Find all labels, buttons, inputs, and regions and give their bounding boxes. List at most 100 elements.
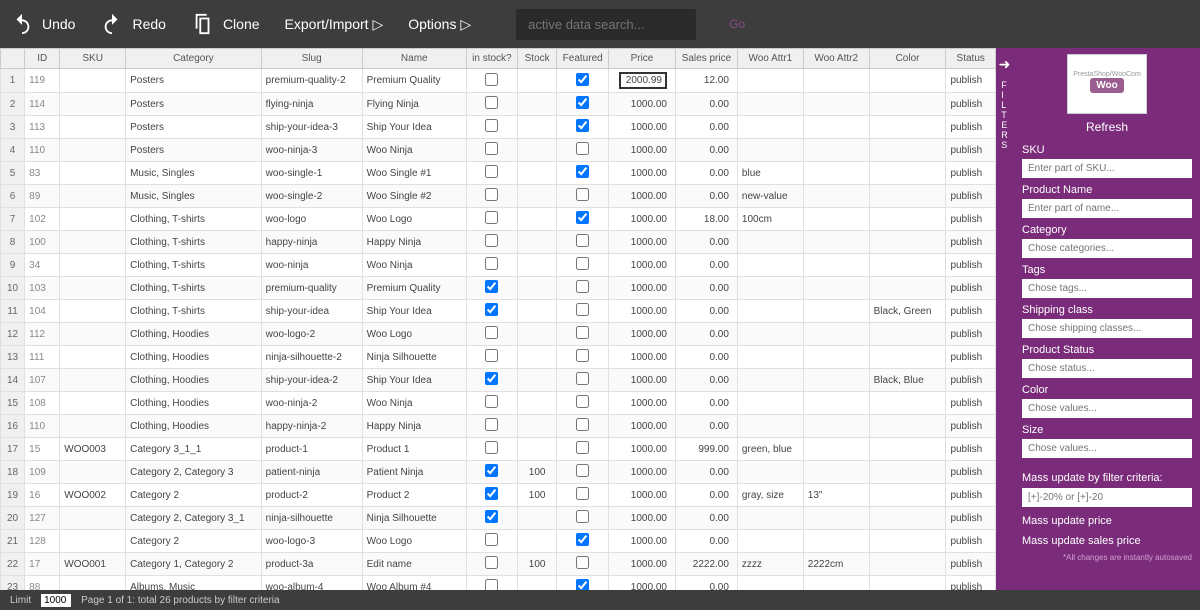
cell[interactable]	[803, 277, 869, 300]
cell[interactable]: Category 1, Category 2	[126, 553, 262, 576]
cell[interactable]: 11	[1, 300, 25, 323]
column-header[interactable]: Category	[126, 49, 262, 69]
column-header[interactable]: Sales price	[675, 49, 737, 69]
table-row[interactable]: 2114Postersflying-ninjaFlying Ninja1000.…	[1, 93, 996, 116]
cell[interactable]: 112	[25, 323, 60, 346]
checkbox[interactable]	[485, 211, 498, 224]
cell[interactable]	[557, 69, 609, 93]
cell[interactable]	[869, 185, 946, 208]
cell[interactable]: 110	[25, 415, 60, 438]
cell[interactable]	[466, 139, 517, 162]
cell[interactable]	[803, 254, 869, 277]
cell[interactable]	[737, 530, 803, 553]
cell[interactable]: 0.00	[675, 507, 737, 530]
cell[interactable]	[803, 208, 869, 231]
cell[interactable]: publish	[946, 438, 996, 461]
cell[interactable]: publish	[946, 576, 996, 591]
checkbox[interactable]	[576, 188, 589, 201]
checkbox[interactable]	[576, 464, 589, 477]
table-row[interactable]: 1916WOO002Category 2product-2Product 210…	[1, 484, 996, 507]
cell[interactable]: Category 3_1_1	[126, 438, 262, 461]
cell[interactable]	[557, 415, 609, 438]
checkbox[interactable]	[485, 280, 498, 293]
cell[interactable]: 13	[1, 346, 25, 369]
cell[interactable]	[737, 139, 803, 162]
cell[interactable]: Clothing, Hoodies	[126, 369, 262, 392]
cell[interactable]	[737, 300, 803, 323]
cell[interactable]	[869, 93, 946, 116]
cell[interactable]: 22	[1, 553, 25, 576]
cell[interactable]	[517, 208, 557, 231]
cell[interactable]: publish	[946, 461, 996, 484]
cell[interactable]	[803, 231, 869, 254]
cell[interactable]: Woo Ninja	[362, 139, 466, 162]
checkbox[interactable]	[485, 533, 498, 546]
column-header[interactable]: Color	[869, 49, 946, 69]
cell[interactable]	[869, 507, 946, 530]
cell[interactable]	[737, 69, 803, 93]
column-header[interactable]	[1, 49, 25, 69]
table-row[interactable]: 7102Clothing, T-shirtswoo-logoWoo Logo10…	[1, 208, 996, 231]
cell[interactable]: 0.00	[675, 530, 737, 553]
cell[interactable]: 1000.00	[609, 530, 676, 553]
cell[interactable]	[869, 208, 946, 231]
checkbox[interactable]	[576, 234, 589, 247]
cell[interactable]	[737, 415, 803, 438]
checkbox[interactable]	[485, 96, 498, 109]
cell[interactable]: Clothing, T-shirts	[126, 300, 262, 323]
cell[interactable]: 1000.00	[609, 254, 676, 277]
cell[interactable]	[557, 484, 609, 507]
checkbox[interactable]	[576, 257, 589, 270]
cell[interactable]: 3	[1, 116, 25, 139]
checkbox[interactable]	[576, 579, 589, 590]
cell[interactable]	[737, 346, 803, 369]
cell[interactable]: 34	[25, 254, 60, 277]
cell[interactable]: 0.00	[675, 392, 737, 415]
cell[interactable]	[869, 277, 946, 300]
checkbox[interactable]	[485, 395, 498, 408]
cell[interactable]: 0.00	[675, 116, 737, 139]
cell[interactable]: 89	[25, 185, 60, 208]
cell[interactable]	[803, 461, 869, 484]
cell[interactable]: 0.00	[675, 139, 737, 162]
cell[interactable]	[466, 415, 517, 438]
cell[interactable]: 1000.00	[609, 139, 676, 162]
cell[interactable]	[869, 69, 946, 93]
cell[interactable]: Ship Your Idea	[362, 116, 466, 139]
cell[interactable]: premium-quality-2	[261, 69, 362, 93]
refresh-button[interactable]: Refresh	[1022, 120, 1192, 134]
cell[interactable]: WOO001	[60, 553, 126, 576]
cell[interactable]	[517, 530, 557, 553]
cell[interactable]	[557, 530, 609, 553]
cell[interactable]: gray, size	[737, 484, 803, 507]
cell[interactable]: Woo Single #2	[362, 185, 466, 208]
cell[interactable]	[60, 369, 126, 392]
cell[interactable]: ship-your-idea-3	[261, 116, 362, 139]
product-name-filter-input[interactable]	[1022, 199, 1192, 218]
cell[interactable]	[557, 231, 609, 254]
clone-button[interactable]: Clone	[191, 12, 260, 36]
cell[interactable]: Clothing, T-shirts	[126, 231, 262, 254]
cell[interactable]: Category 2, Category 3	[126, 461, 262, 484]
cell[interactable]	[869, 530, 946, 553]
cell[interactable]	[517, 69, 557, 93]
cell[interactable]: 1000.00	[609, 369, 676, 392]
checkbox[interactable]	[576, 533, 589, 546]
cell[interactable]	[517, 507, 557, 530]
cell[interactable]	[60, 392, 126, 415]
cell[interactable]: publish	[946, 415, 996, 438]
cell[interactable]: 1000.00	[609, 507, 676, 530]
cell[interactable]	[517, 93, 557, 116]
cell[interactable]: 16	[25, 484, 60, 507]
cell[interactable]	[466, 300, 517, 323]
cell[interactable]: Ship Your Idea	[362, 300, 466, 323]
undo-button[interactable]: Undo	[10, 12, 75, 36]
cell[interactable]	[517, 300, 557, 323]
cell[interactable]	[466, 438, 517, 461]
cell[interactable]: ship-your-idea	[261, 300, 362, 323]
cell[interactable]: 1000.00	[609, 162, 676, 185]
table-row[interactable]: 2217WOO001Category 1, Category 2product-…	[1, 553, 996, 576]
cell[interactable]: 12	[1, 323, 25, 346]
cell[interactable]	[869, 553, 946, 576]
cell[interactable]: 0.00	[675, 576, 737, 591]
